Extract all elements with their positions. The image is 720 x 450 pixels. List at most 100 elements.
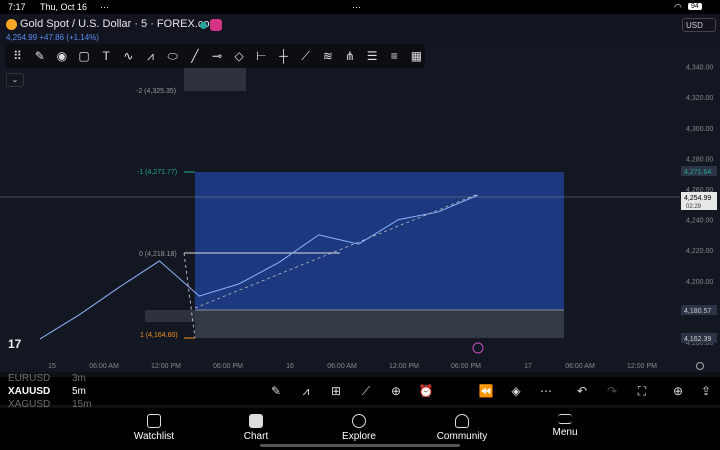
current-price-label: 4,254.99: [684, 195, 711, 202]
interval-5m[interactable]: 5m: [72, 386, 86, 397]
fib-label-minus2: -2 (4,325.35): [136, 88, 176, 95]
fullscreen-icon[interactable]: ⛶: [634, 383, 650, 399]
list-icon: [147, 414, 161, 428]
nav-community[interactable]: Community: [422, 414, 502, 442]
countdown-label: 02:29: [686, 204, 702, 210]
price-tick-label: 4,320.00: [686, 95, 713, 102]
idea-icon[interactable]: ⊕: [670, 383, 686, 399]
time-tick-label: 12:00 PM: [151, 363, 181, 370]
nav-chart[interactable]: Chart: [216, 414, 296, 442]
event-icon: [472, 342, 484, 354]
time-axis: 15 06:00 AM 12:00 PM 06:00 PM 16 06:00 AM 12:0…: [48, 363, 657, 370]
price-tick-label: 4,340.00: [686, 65, 713, 72]
polyline-tool-icon[interactable]: ⩘: [142, 47, 159, 66]
people-icon: [455, 414, 469, 428]
status-date: Thu, Oct 16: [40, 2, 88, 12]
price-chart[interactable]: -2 (4,325.35) -1 (4,271.77) 0 (4,218.18)…: [0, 46, 720, 372]
nav-explore[interactable]: Explore: [319, 414, 399, 442]
time-tick-label: 06:00 PM: [213, 363, 243, 370]
replay-icon[interactable]: ⏪: [478, 383, 494, 399]
fib-extension-icon[interactable]: ≡: [386, 47, 403, 66]
circle-tool-icon[interactable]: ◉: [53, 47, 70, 66]
nav-watchlist[interactable]: Watchlist: [114, 414, 194, 442]
time-tick-label: 06:00 AM: [89, 363, 119, 370]
price-tick-label: 4,220.00: [686, 248, 713, 255]
add-icon[interactable]: ⊕: [388, 383, 404, 399]
nav-explore-label: Explore: [342, 431, 376, 442]
rectangle-tool-icon[interactable]: ▢: [75, 47, 92, 66]
tradingview-logo: 17: [8, 337, 22, 351]
redo-icon[interactable]: ↷: [604, 383, 620, 399]
vertical-line-icon[interactable]: ┼: [275, 47, 292, 66]
fib-box-lower: [195, 310, 564, 338]
nav-community-label: Community: [436, 431, 488, 442]
price-tick-label: 4,300.00: [686, 126, 713, 133]
status-center-dots: ···: [352, 2, 361, 12]
fib-label-one: 1 (4,164.60): [140, 332, 178, 339]
chevron-down-icon[interactable]: ⌄: [6, 73, 24, 87]
mid-price-label: 4,180.57: [684, 308, 711, 315]
price-tick-label: 4,240.00: [686, 218, 713, 225]
data-source-icon[interactable]: [210, 19, 222, 31]
menu-icon: [558, 414, 572, 424]
share-icon[interactable]: ⇪: [698, 383, 714, 399]
fib-retracement-icon[interactable]: ☰: [364, 47, 381, 66]
time-tick-label: 06:00 AM: [565, 363, 595, 370]
parallel-channel-icon[interactable]: ≋: [319, 47, 336, 66]
fib-diagonal: [183, 252, 196, 339]
diamond-tool-icon[interactable]: ◇: [231, 47, 248, 66]
home-indicator[interactable]: [260, 444, 460, 447]
price-tick-label: 4,200.00: [686, 279, 713, 286]
symbol-title[interactable]: Gold Spot / U.S. Dollar · 5 · FOREX.com: [20, 18, 219, 30]
symbol-logo-icon: [6, 19, 17, 30]
pencil-icon[interactable]: ✎: [268, 383, 284, 399]
upper-price-label: 4,271.64: [684, 169, 711, 176]
compare-icon[interactable]: ⟋: [358, 383, 374, 399]
wifi-icon: ◠: [674, 2, 682, 12]
symbol-eurusd[interactable]: EURUSD: [8, 373, 50, 384]
text-tool-icon[interactable]: T: [98, 47, 115, 66]
compass-icon: [352, 414, 366, 428]
undo-icon[interactable]: ↶: [574, 383, 590, 399]
chart-type-icon[interactable]: ⩘: [298, 383, 314, 399]
fib-box: [195, 172, 564, 310]
nav-watchlist-label: Watchlist: [133, 431, 175, 442]
status-dots: ···: [100, 2, 109, 12]
pitchfork-icon[interactable]: ⋔: [341, 47, 358, 66]
nav-menu[interactable]: Menu: [525, 414, 605, 438]
time-tick-label: 06:00 PM: [451, 363, 481, 370]
status-bar: 7:17 Thu, Oct 16 ··· ··· ◠ 94: [0, 0, 720, 14]
low-price-label: 4,162.39: [684, 336, 711, 343]
alert-icon[interactable]: ⏰: [418, 383, 434, 399]
fib-tool-icon[interactable]: ⟋: [297, 47, 314, 66]
fib-small-box: [145, 310, 195, 322]
price-tick-label: 4,280.00: [686, 156, 713, 163]
ellipse-tool-icon[interactable]: ⬭: [164, 47, 181, 66]
layers-icon[interactable]: ◈: [508, 383, 524, 399]
indicators-icon[interactable]: ⊞: [328, 383, 344, 399]
path-tool-icon[interactable]: ∿: [120, 47, 137, 66]
horizontal-line-icon[interactable]: ⊢: [253, 47, 270, 66]
trendline-tool-icon[interactable]: ╱: [186, 47, 203, 66]
time-tick-label: 12:00 PM: [389, 363, 419, 370]
drag-handle-icon[interactable]: ⠿: [9, 47, 26, 66]
interval-3m[interactable]: 3m: [72, 373, 86, 384]
symbol-xauusd[interactable]: XAUUSD: [8, 386, 50, 397]
time-tick-label: 15: [48, 363, 56, 370]
currency-select[interactable]: USD: [682, 18, 716, 32]
bottom-toolbar: EURUSD XAUUSD XAGUSD 3m 5m 15m ✎ ⩘ ⊞ ⟋ ⊕…: [0, 373, 720, 410]
settings-icon: [696, 362, 704, 370]
brush-icon[interactable]: ✎: [31, 47, 48, 66]
chart-icon: [249, 414, 263, 428]
fib-label-minus1: -1 (4,271.77): [137, 169, 177, 176]
fib-box-top: [184, 66, 246, 91]
time-tick-label: 12:00 PM: [627, 363, 657, 370]
time-tick-label: 17: [524, 363, 532, 370]
grid-tool-icon[interactable]: ▦: [408, 47, 425, 66]
fib-label-zero: 0 (4,218.18): [139, 251, 177, 258]
market-status-icon[interactable]: [200, 22, 207, 29]
price-change: 4,254.99 +47.86 (+1.14%): [6, 33, 99, 42]
more-icon[interactable]: ⋯: [538, 383, 554, 399]
time-tick-label: 16: [286, 363, 294, 370]
horizontal-ray-icon[interactable]: ⊸: [208, 47, 225, 66]
